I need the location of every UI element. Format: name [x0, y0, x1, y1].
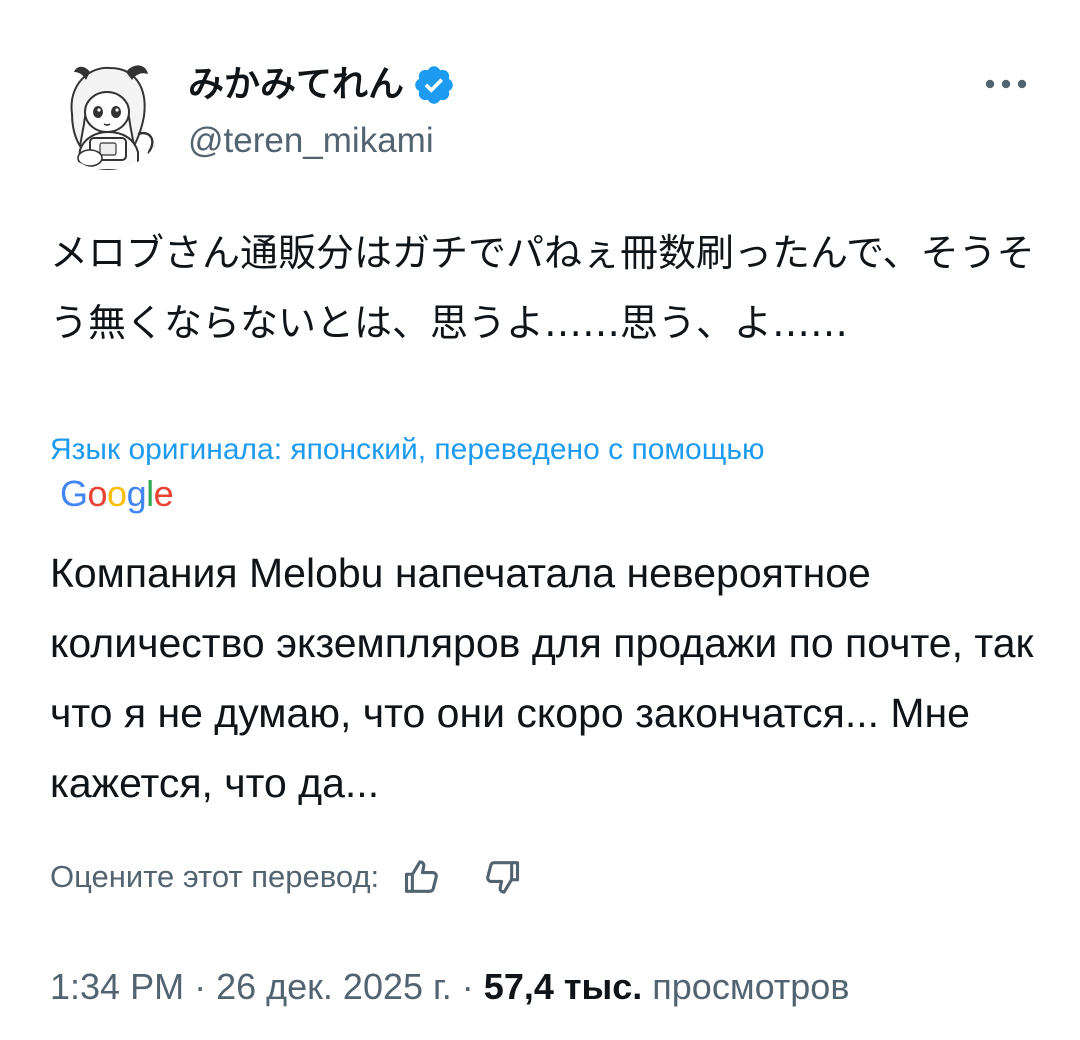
author-name-row[interactable]: みかみてれん — [188, 60, 456, 110]
more-options-icon[interactable] — [978, 64, 1034, 104]
tweet-date[interactable]: 26 дек. 2025 г. — [216, 966, 452, 1007]
google-letter: e — [153, 473, 174, 514]
google-letter: l — [146, 473, 154, 514]
avatar-illustration — [51, 55, 165, 170]
tweet-meta: 1:34 PM · 26 дек. 2025 г. · 57,4 тыс. пр… — [50, 962, 849, 1012]
google-letter: G — [60, 473, 88, 514]
google-letter: o — [107, 473, 127, 514]
thumbs-up-icon[interactable] — [401, 855, 445, 899]
views-label[interactable]: просмотров — [652, 966, 849, 1007]
tweet-time[interactable]: 1:34 PM — [50, 966, 184, 1007]
verified-badge-icon[interactable] — [412, 63, 456, 107]
display-name[interactable]: みかみてれん — [188, 60, 404, 110]
views-count[interactable]: 57,4 тыс. — [484, 966, 642, 1007]
google-letter: g — [126, 473, 147, 514]
tweet-text: メロブさん通販分はガチでパねぇ冊数刷ったんで、そうそう無くならないとは、思うよ…… — [50, 231, 1035, 345]
author-handle[interactable]: @teren_mikami — [188, 116, 434, 166]
rate-translation-row: Оцените этот перевод: — [50, 852, 523, 902]
meta-separator: · — [194, 966, 207, 1007]
google-letter: o — [87, 473, 108, 514]
rate-translation-label: Оцените этот перевод: — [50, 859, 380, 894]
google-logo: Google — [60, 472, 174, 516]
meta-separator: · — [461, 966, 474, 1007]
translation-note[interactable]: Язык оригинала: японский, переведено с п… — [50, 430, 1040, 470]
translated-text: Компания Melobu напечатала невероятное к… — [50, 550, 1034, 806]
avatar[interactable] — [50, 54, 166, 170]
thumbs-down-icon[interactable] — [479, 855, 523, 899]
